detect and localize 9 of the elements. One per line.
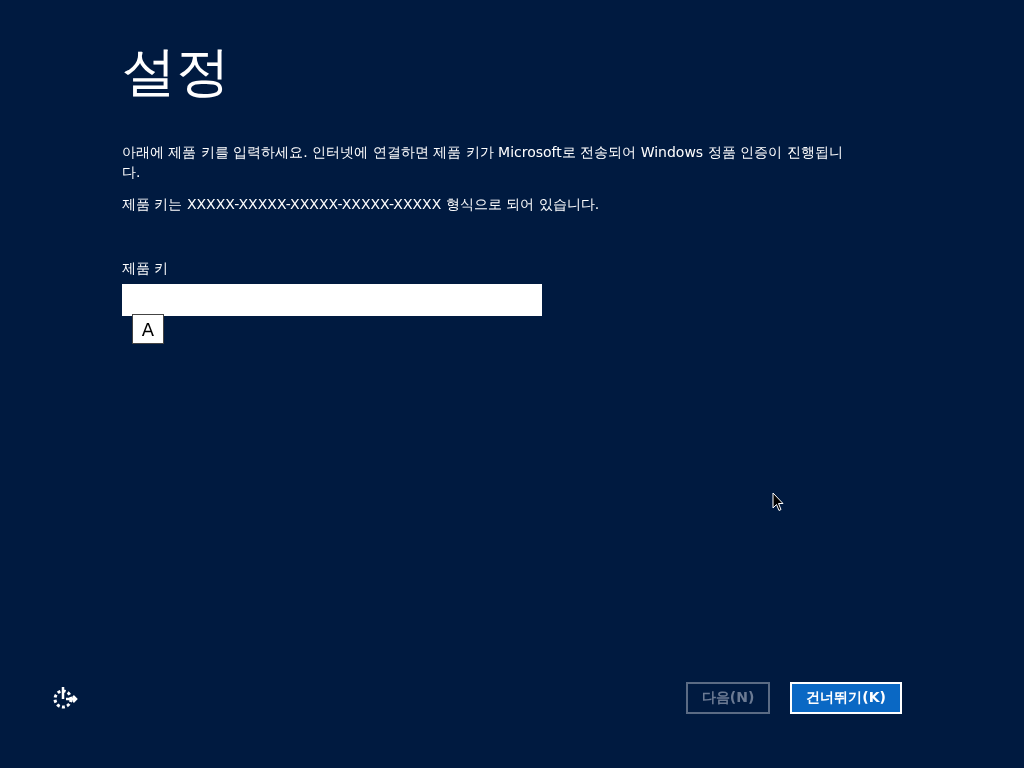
- page-title: 설정: [122, 39, 230, 105]
- instruction-text: 제품 키는 XXXXX-XXXXX-XXXXX-XXXXX-XXXXX 형식으로 되어 있습니다.: [122, 195, 601, 214]
- accessibility-icon[interactable]: [52, 685, 78, 711]
- instruction-text: 아래에 제품 키를 입력하세요. 인터넷에 연결하면 제품 키가 Microsoft로 전송되어 Windows 정품 인증이 진행됩니다.: [122, 143, 844, 182]
- field-label: 제품 키: [122, 259, 169, 278]
- mouse-pointer-icon: [772, 492, 784, 512]
- ime-mode-indicator: A: [132, 314, 164, 344]
- skip-button[interactable]: 건너뛰기(K): [790, 682, 902, 714]
- product-key-field[interactable]: [122, 284, 542, 316]
